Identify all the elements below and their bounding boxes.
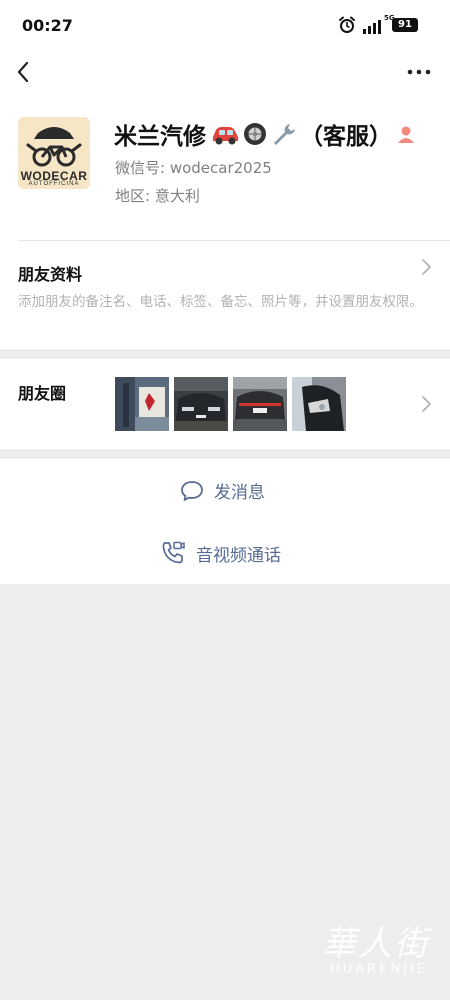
avatar[interactable]: WODECAR AUTOFFICINA xyxy=(18,117,90,189)
network-label: 5G xyxy=(384,14,395,22)
moment-thumbnail xyxy=(174,377,228,431)
friend-info-row[interactable]: 朋友资料 添加朋友的备注名、电话、标签、备忘、照片等，并设置朋友权限。 xyxy=(0,241,450,349)
nickname: 米兰汽修 xyxy=(114,124,206,150)
battery-indicator: 91 xyxy=(392,18,418,32)
avatar-subtitle: AUTOFFICINA xyxy=(28,181,80,187)
nickname-emojis xyxy=(210,121,296,147)
phone-video-icon xyxy=(162,541,185,564)
region: 地区: 意大利 xyxy=(115,187,200,205)
watermark-sub: HUARENJIE xyxy=(329,962,428,977)
friend-info-description: 添加朋友的备注名、电话、标签、备忘、照片等，并设置朋友权限。 xyxy=(18,294,423,310)
watermark-main: 華人街 xyxy=(322,924,430,964)
nickname-row: 米兰汽修 （客服） xyxy=(114,118,416,150)
wheel-emoji-icon xyxy=(244,123,266,145)
signal-icon: 5G xyxy=(362,14,395,34)
wechat-id: 微信号: wodecar2025 xyxy=(115,159,272,177)
moments-thumbnails xyxy=(115,377,346,431)
chevron-right-icon xyxy=(422,396,431,412)
chat-bubble-icon xyxy=(181,480,203,501)
moment-thumbnail xyxy=(292,377,346,431)
alarm-icon xyxy=(339,16,355,33)
send-message-label: 发消息 xyxy=(214,483,265,503)
moments-title: 朋友圈 xyxy=(18,384,67,403)
friend-info-title: 朋友资料 xyxy=(18,265,83,284)
actions-panel: 发消息 音视频通话 xyxy=(0,459,450,584)
video-call-button[interactable]: 音视频通话 xyxy=(160,540,281,566)
status-time: 00:27 xyxy=(22,16,73,35)
moments-row[interactable]: 朋友圈 xyxy=(0,359,450,449)
video-call-label: 音视频通话 xyxy=(196,545,281,566)
chevron-right-icon xyxy=(422,259,431,275)
moment-thumbnail xyxy=(115,377,169,431)
person-badge-icon xyxy=(398,126,414,143)
back-button[interactable] xyxy=(12,58,36,86)
status-bar: 00:27 5G 91 xyxy=(0,0,450,50)
watermark: 華人街 HUARENJIE xyxy=(286,916,436,986)
moment-thumbnail xyxy=(233,377,287,431)
status-icons: 5G 91 xyxy=(338,14,418,35)
send-message-button[interactable]: 发消息 xyxy=(180,478,265,503)
wrench-emoji-icon xyxy=(274,124,295,145)
car-emoji-icon xyxy=(213,127,238,145)
more-options-button[interactable] xyxy=(406,62,432,82)
nickname-suffix: （客服） xyxy=(300,124,392,150)
